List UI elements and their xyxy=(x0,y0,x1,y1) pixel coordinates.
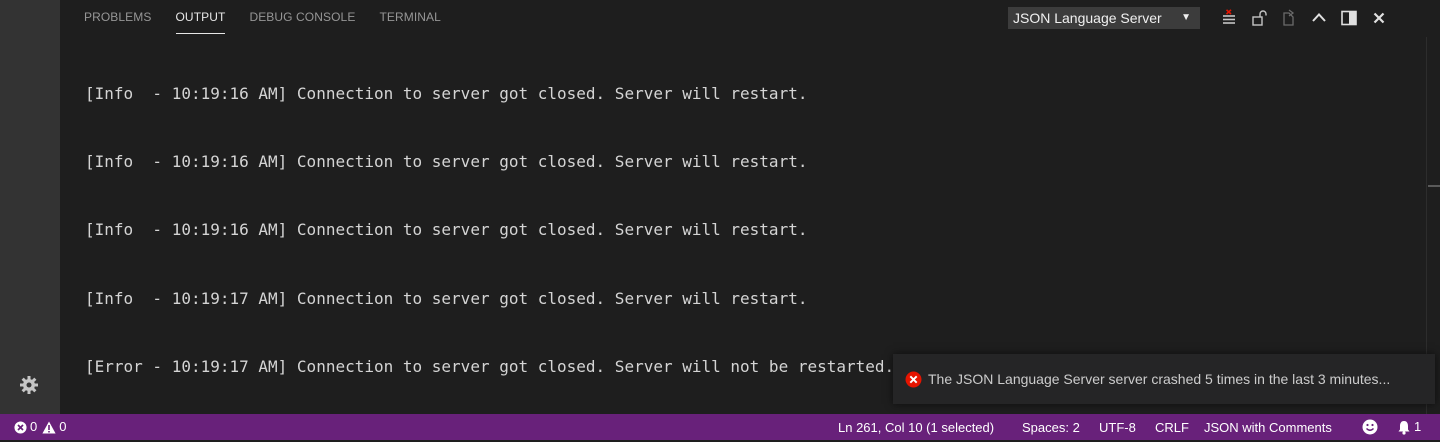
log-line: [Info - 10:19:16 AM] Connection to serve… xyxy=(85,83,808,103)
notifications-indicator[interactable]: 1 xyxy=(1397,414,1421,440)
open-log-file-icon[interactable] xyxy=(1278,7,1300,29)
log-line: [Info - 10:19:17 AM] Connection to serve… xyxy=(85,288,808,308)
smiley-feedback-icon[interactable] xyxy=(1362,419,1378,435)
error-count-icon xyxy=(14,420,27,434)
lock-scroll-icon[interactable] xyxy=(1248,7,1270,29)
log-line: [Error - 10:19:17 AM] Connection to serv… xyxy=(85,357,895,377)
eol-setting[interactable]: CRLF xyxy=(1155,414,1189,440)
warning-count: 0 xyxy=(59,419,67,434)
log-line: [Info - 10:19:16 AM] Connection to serve… xyxy=(85,220,808,240)
output-log: [Info - 10:19:16 AM] Connection to serve… xyxy=(85,37,894,425)
output-channel-select[interactable]: JSON Language Server ▼ xyxy=(1008,7,1200,29)
indentation-setting[interactable]: Spaces: 2 xyxy=(1022,414,1080,440)
output-panel: PROBLEMS OUTPUT DEBUG CONSOLE TERMINAL J… xyxy=(60,0,1440,414)
error-count: 0 xyxy=(30,419,38,434)
status-bar: 0 0 Ln 261, Col 10 (1 selected) Spaces: … xyxy=(0,414,1440,440)
cursor-position[interactable]: Ln 261, Col 10 (1 selected) xyxy=(838,414,994,440)
close-panel-icon[interactable] xyxy=(1368,7,1390,29)
notification-count: 1 xyxy=(1414,419,1422,434)
scroll-position-marker xyxy=(1428,185,1440,187)
clear-output-icon[interactable] xyxy=(1218,7,1240,29)
panel-tabs: PROBLEMS OUTPUT DEBUG CONSOLE TERMINAL xyxy=(84,0,465,35)
toggle-panel-position-icon[interactable] xyxy=(1338,7,1360,29)
gear-icon[interactable] xyxy=(17,373,41,397)
warning-count-icon xyxy=(42,421,56,434)
notification-message: The JSON Language Server server crashed … xyxy=(928,371,1391,387)
maximize-panel-icon[interactable] xyxy=(1308,7,1330,29)
problems-summary[interactable]: 0 0 xyxy=(14,414,66,440)
encoding-setting[interactable]: UTF-8 xyxy=(1099,414,1136,440)
chevron-down-icon: ▼ xyxy=(1181,12,1191,23)
tab-problems[interactable]: PROBLEMS xyxy=(84,0,152,35)
language-mode[interactable]: JSON with Comments xyxy=(1204,414,1332,440)
bell-icon xyxy=(1397,420,1411,435)
activity-bar xyxy=(0,0,60,414)
error-icon xyxy=(905,371,922,388)
error-notification[interactable]: The JSON Language Server server crashed … xyxy=(893,354,1435,404)
tab-terminal[interactable]: TERMINAL xyxy=(379,0,440,35)
tab-output[interactable]: OUTPUT xyxy=(175,0,226,35)
panel-actions xyxy=(1218,7,1398,29)
log-line: [Info - 10:19:16 AM] Connection to serve… xyxy=(85,151,808,171)
tab-debug-console[interactable]: DEBUG CONSOLE xyxy=(249,0,355,35)
output-channel-label: JSON Language Server xyxy=(1013,10,1162,26)
